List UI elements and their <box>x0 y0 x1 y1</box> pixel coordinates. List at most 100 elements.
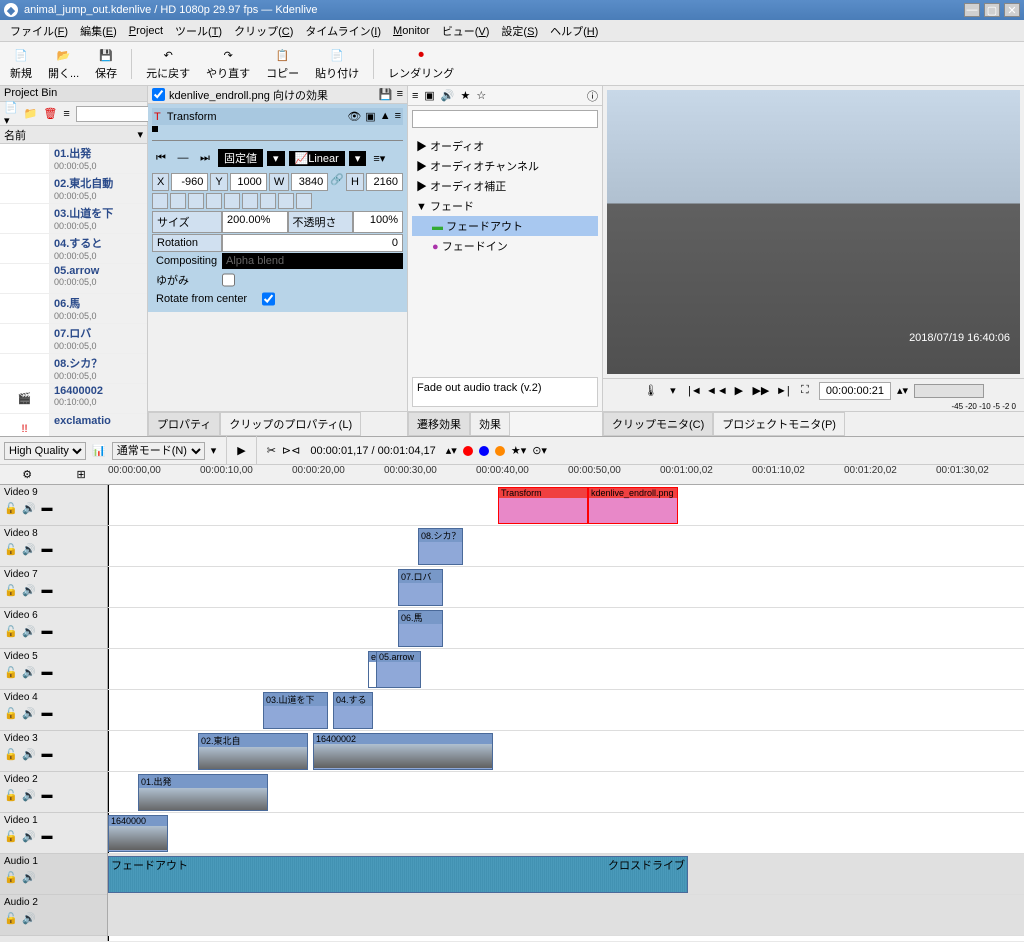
timeline-clip[interactable]: 08.シカ？ <box>418 528 463 565</box>
track-header[interactable]: Audio 1🔓🔊 <box>0 854 107 895</box>
timeline-clip[interactable]: 16400002 <box>313 733 493 770</box>
align-btn[interactable] <box>170 193 186 209</box>
marker-icon[interactable]: ▾ <box>665 383 681 399</box>
align-btn[interactable] <box>260 193 276 209</box>
hide-icon[interactable]: ▬ <box>40 501 54 515</box>
thermo-icon[interactable]: 🌡 <box>643 383 659 399</box>
track-header[interactable]: Audio 2🔓🔊 <box>0 895 107 936</box>
effect-enable-checkbox[interactable] <box>152 88 165 101</box>
bin-item[interactable]: 02.東北自動00:00:05,0 <box>0 174 147 204</box>
track-header[interactable]: Video 2🔓🔊▬ <box>0 772 107 813</box>
align-btn[interactable] <box>188 193 204 209</box>
timecode-stepper[interactable]: ▴▾ <box>897 384 908 397</box>
lock-icon[interactable]: 🔓 <box>4 583 18 597</box>
menu-file[interactable]: ファイル(F) <box>4 21 74 41</box>
save-icon[interactable]: 💾 <box>379 88 393 101</box>
track-row[interactable]: 06.馬 <box>108 608 1024 649</box>
star-icon[interactable]: ★ <box>461 89 471 102</box>
timeline-clip[interactable]: 05.arrow <box>376 651 421 688</box>
dropdown-icon[interactable]: ▾ <box>211 444 217 457</box>
timeline-clip[interactable]: 04.する <box>333 692 373 729</box>
tab-transition[interactable]: 遷移効果 <box>408 412 470 436</box>
timeline-clip[interactable]: Transform <box>498 487 588 524</box>
track-header[interactable]: Video 4🔓🔊▬ <box>0 690 107 731</box>
track-row[interactable]: 03.山道を下04.する <box>108 690 1024 731</box>
bin-item[interactable]: 08.シカ？00:00:05,0 <box>0 354 147 384</box>
star-outline-icon[interactable]: ☆ <box>476 89 486 102</box>
track-row[interactable]: 07.ロバ <box>108 567 1024 608</box>
bin-item[interactable]: 05.arrow00:00:05,0 <box>0 264 147 294</box>
hide-icon[interactable]: ▬ <box>40 542 54 556</box>
track-header[interactable]: Video 3🔓🔊▬ <box>0 731 107 772</box>
open-button[interactable]: 📂開く... <box>42 45 85 83</box>
hide-icon[interactable]: ▬ <box>40 583 54 597</box>
tab-clip-property[interactable]: クリップのプロパティ(L) <box>220 412 361 436</box>
track-content[interactable]: Transformkdenlive_endroll.png08.シカ？07.ロバ… <box>108 485 1024 941</box>
menu-project[interactable]: Project <box>123 23 169 39</box>
mode-select[interactable]: 通常モード(N) <box>112 442 205 460</box>
mute-icon[interactable]: 🔊 <box>22 542 36 556</box>
tree-icon[interactable]: ▣ <box>424 89 434 102</box>
mute-icon[interactable]: 🔊 <box>22 829 36 843</box>
lock-icon[interactable]: 🔓 <box>4 911 18 925</box>
config-icon[interactable]: ⚙ <box>22 468 32 481</box>
track-row[interactable]: 01.出発 <box>108 772 1024 813</box>
fullscreen-icon[interactable]: ⛶ <box>797 383 813 399</box>
delete-icon[interactable]: 🗑 <box>43 107 57 120</box>
marker-blue[interactable] <box>479 446 489 456</box>
timeline-ruler[interactable]: ⚙ ⊞ 00:00:00,0000:00:10,0000:00:20,0000:… <box>0 465 1024 485</box>
bin-item[interactable]: 06.馬00:00:05,0 <box>0 294 147 324</box>
menu-view[interactable]: ビュー(V) <box>436 21 496 41</box>
lock-icon[interactable]: 🔓 <box>4 624 18 638</box>
monitor-viewport[interactable] <box>607 90 1020 374</box>
track-row[interactable]: フェードアウトクロスドライブ <box>108 854 1024 895</box>
tree-audio-correct[interactable]: ▶ オーディオ補正 <box>412 176 598 196</box>
lock-icon[interactable]: 🔓 <box>4 788 18 802</box>
compositing-select[interactable]: Alpha blend <box>222 253 403 269</box>
hide-icon[interactable]: ▬ <box>40 747 54 761</box>
align-btn[interactable] <box>242 193 258 209</box>
hide-icon[interactable]: ▬ <box>40 829 54 843</box>
align-btn[interactable] <box>296 193 312 209</box>
kf-prev-button[interactable]: ⏮ <box>152 149 170 167</box>
track-row[interactable]: 02.東北自16400002 <box>108 731 1024 772</box>
tree-fadein[interactable]: ● フェードイン <box>412 236 598 256</box>
bin-item[interactable]: !!exclamatio <box>0 414 147 436</box>
align-btn[interactable] <box>152 193 168 209</box>
align-btn[interactable] <box>206 193 222 209</box>
track-header[interactable]: Video 8🔓🔊▬ <box>0 526 107 567</box>
folder-icon[interactable]: 📁 <box>24 107 38 120</box>
eye-icon[interactable]: 👁 <box>347 110 361 123</box>
timeline-clip[interactable]: 03.山道を下 <box>263 692 328 729</box>
collapse-icon[interactable]: ▣ <box>365 110 375 123</box>
size-input[interactable]: 200.00% <box>222 211 288 233</box>
menu-icon[interactable]: ≡ <box>397 88 403 101</box>
lock-icon[interactable]: 🔓 <box>4 870 18 884</box>
menu-edit[interactable]: 編集(E) <box>74 21 123 41</box>
track-row[interactable]: 1640000 <box>108 813 1024 854</box>
lock-icon[interactable]: 🔗 <box>330 173 344 191</box>
track-header[interactable]: Video 5🔓🔊▬ <box>0 649 107 690</box>
rfc-checkbox[interactable] <box>262 291 275 307</box>
effect-search-input[interactable] <box>412 110 598 128</box>
info-icon[interactable]: ⓘ <box>587 88 598 104</box>
play-button[interactable]: ▶ <box>731 383 747 399</box>
add-clip-icon[interactable]: 📄▾ <box>4 101 18 127</box>
goto-end-button[interactable]: ►| <box>775 383 791 399</box>
goto-start-button[interactable]: |◄ <box>687 383 703 399</box>
track-row[interactable]: Transformkdenlive_endroll.png <box>108 485 1024 526</box>
menu-monitor[interactable]: Monitor <box>387 23 436 39</box>
kf-next-button[interactable]: ⏭ <box>196 149 214 167</box>
opacity-input[interactable]: 100% <box>353 211 403 233</box>
tree-fadeout[interactable]: ▬ フェードアウト <box>412 216 598 236</box>
bin-column-header[interactable]: 名前 ▾ <box>0 126 147 144</box>
lock-icon[interactable]: 🔓 <box>4 542 18 556</box>
mute-icon[interactable]: 🔊 <box>22 911 36 925</box>
close-button[interactable]: ✕ <box>1004 3 1020 17</box>
kf-mode[interactable]: 固定値 <box>218 149 263 167</box>
list-icon[interactable]: ≡ <box>63 108 69 120</box>
expand-icon[interactable]: ⊞ <box>77 468 86 481</box>
lock-icon[interactable]: 🔓 <box>4 665 18 679</box>
tree-fade[interactable]: ▼ フェード <box>412 196 598 216</box>
spacer-icon[interactable]: ⊳⊲ <box>282 444 300 457</box>
